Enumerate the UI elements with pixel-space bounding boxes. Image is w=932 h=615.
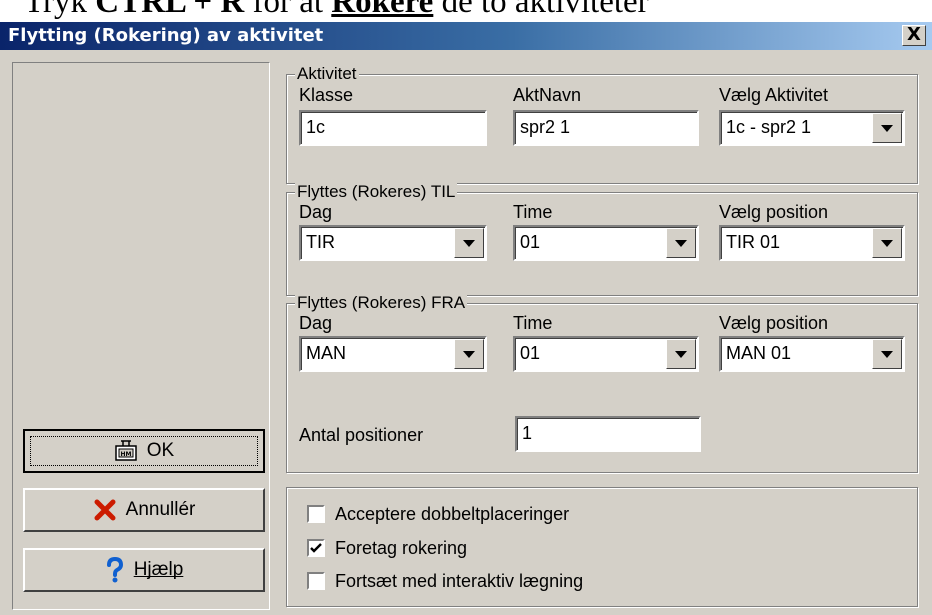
fra-position-select[interactable]: MAN 01 <box>719 336 905 372</box>
vaelg-aktivitet-label: Vælg Aktivitet <box>719 85 829 105</box>
klasse-field[interactable]: 1c <box>299 110 487 146</box>
fortsaet-interaktiv-label: Fortsæt med interaktiv lægning <box>335 571 584 591</box>
aktnavn-field[interactable]: spr2 1 <box>513 110 699 146</box>
fra-position-label: Vælg position <box>719 313 829 333</box>
fra-dag-value: MAN <box>306 343 346 363</box>
acceptere-dobbeltplaceringer-checkbox[interactable] <box>307 505 325 523</box>
checkmark-icon <box>310 543 322 553</box>
help-button[interactable]: Hjælp <box>23 548 265 592</box>
til-position-label: Vælg position <box>719 202 829 222</box>
til-position-select[interactable]: TIR 01 <box>719 225 905 261</box>
fra-time-value: 01 <box>520 343 541 363</box>
fra-legend: Flyttes (Rokeres) FRA <box>295 292 468 314</box>
antal-positioner-label: Antal positioner <box>299 425 424 445</box>
til-time-label: Time <box>513 202 553 222</box>
fra-group: Flyttes (Rokeres) FRA Dag MAN Time 01 Væ… <box>286 292 918 473</box>
chevron-down-icon[interactable] <box>454 228 484 258</box>
cancel-button[interactable]: Annullér <box>23 488 265 532</box>
ok-button[interactable]: HM OK <box>23 429 265 473</box>
window-title: Flytting (Rokering) av aktivitet <box>8 25 324 46</box>
fortsaet-interaktiv-checkbox[interactable] <box>307 572 325 590</box>
foretag-rokering-checkbox[interactable] <box>307 539 325 557</box>
fra-position-value: MAN 01 <box>726 343 792 363</box>
fra-time-label: Time <box>513 313 553 333</box>
chevron-down-icon[interactable] <box>872 339 902 369</box>
cancel-x-icon <box>93 498 117 522</box>
title-bar: Flytting (Rokering) av aktivitet X <box>0 22 932 50</box>
antal-positioner-field[interactable]: 1 <box>515 416 701 452</box>
acceptere-dobbeltplaceringer-label: Acceptere dobbeltplaceringer <box>335 504 570 524</box>
instruction-text: Tryk CTRL + R for at Rokere de to aktivi… <box>24 0 649 20</box>
til-position-value: TIR 01 <box>726 232 781 252</box>
chevron-down-icon[interactable] <box>872 228 902 258</box>
help-label: Hjælp <box>133 559 184 580</box>
til-dag-value: TIR <box>306 232 335 252</box>
cancel-label: Annullér <box>125 499 196 520</box>
chevron-down-icon[interactable] <box>872 113 902 143</box>
aktnavn-label: AktNavn <box>513 85 582 105</box>
close-button[interactable]: X <box>902 25 926 46</box>
chevron-down-icon[interactable] <box>666 228 696 258</box>
options-group: Acceptere dobbeltplaceringer Foretag rok… <box>286 487 918 607</box>
dialog-window: Flytting (Rokering) av aktivitet X HM OK… <box>0 22 932 615</box>
fra-time-select[interactable]: 01 <box>513 336 699 372</box>
chevron-down-icon[interactable] <box>454 339 484 369</box>
chevron-down-icon[interactable] <box>666 339 696 369</box>
aktivitet-group: Aktivitet Klasse 1c AktNavn spr2 1 Vælg … <box>286 63 918 184</box>
til-dag-label: Dag <box>299 202 333 222</box>
til-time-value: 01 <box>520 232 541 252</box>
klasse-label: Klasse <box>299 85 354 105</box>
til-dag-select[interactable]: TIR <box>299 225 487 261</box>
aktivitet-legend: Aktivitet <box>295 63 359 85</box>
til-group: Flyttes (Rokeres) TIL Dag TIR Time 01 Væ… <box>286 181 918 296</box>
foretag-rokering-label: Foretag rokering <box>335 538 468 558</box>
question-mark-icon <box>105 557 125 583</box>
fra-dag-label: Dag <box>299 313 333 333</box>
vaelg-aktivitet-select[interactable]: 1c - spr2 1 <box>719 110 905 146</box>
til-legend: Flyttes (Rokeres) TIL <box>295 181 458 203</box>
fra-dag-select[interactable]: MAN <box>299 336 487 372</box>
til-time-select[interactable]: 01 <box>513 225 699 261</box>
vaelg-aktivitet-value: 1c - spr2 1 <box>726 117 812 137</box>
